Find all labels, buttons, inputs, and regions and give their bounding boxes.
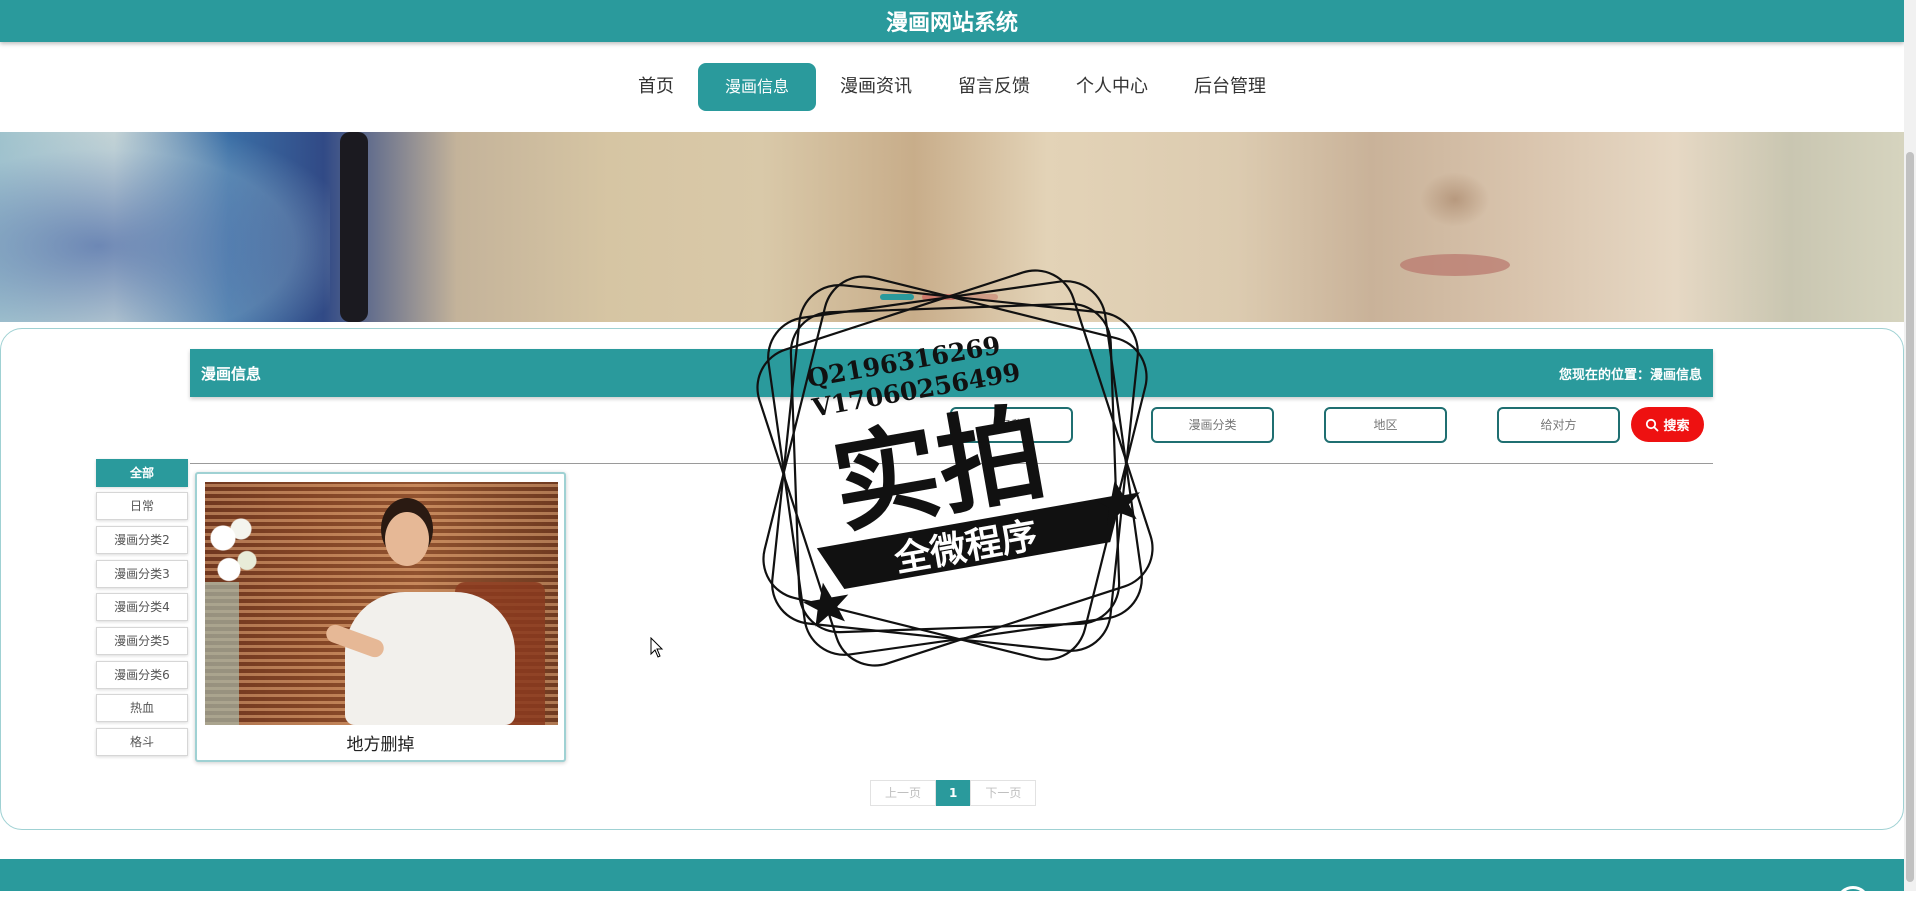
site-header: 漫画网站系统 [0, 0, 1904, 42]
category-6[interactable]: 漫画分类6 [96, 661, 188, 689]
nav-feedback[interactable]: 留言反馈 [936, 63, 1052, 111]
nav-home[interactable]: 首页 [616, 63, 696, 111]
back-to-top-icon[interactable] [1836, 886, 1870, 920]
breadcrumb: 您现在的位置：漫画信息 [1558, 368, 1702, 383]
comic-title[interactable]: 地方删掉 [197, 730, 564, 755]
page-number[interactable]: 1 [936, 780, 971, 806]
section-title: 漫画信息 [201, 365, 262, 383]
search-button-label: 搜索 [1663, 418, 1690, 433]
category-3[interactable]: 漫画分类3 [96, 560, 188, 588]
category-daily[interactable]: 日常 [96, 492, 188, 520]
banner-face-detail [1420, 172, 1490, 227]
banner-paint-stroke [340, 132, 368, 322]
cover-detail [205, 502, 265, 592]
watermark-stamp: Q2196316269 V17060256499 实拍 全微程序 [756, 269, 1154, 667]
category-fighting[interactable]: 格斗 [96, 728, 188, 756]
author-filter-input[interactable] [1497, 407, 1620, 443]
nav-admin[interactable]: 后台管理 [1172, 63, 1288, 111]
site-title: 漫画网站系统 [885, 11, 1018, 36]
mouse-cursor-icon [650, 637, 664, 658]
cover-detail [385, 512, 429, 566]
cover-detail [205, 582, 239, 725]
category-filter-input[interactable] [1151, 407, 1274, 443]
search-button[interactable]: 搜索 [1631, 407, 1704, 442]
nav-personal-center[interactable]: 个人中心 [1054, 63, 1170, 111]
cover-detail [345, 592, 515, 725]
banner-paint-stroke [0, 132, 330, 322]
category-all[interactable]: 全部 [96, 459, 188, 487]
category-2[interactable]: 漫画分类2 [96, 526, 188, 554]
category-4[interactable]: 漫画分类4 [96, 593, 188, 621]
pagination: 上一页 1 下一页 [870, 780, 1037, 806]
main-nav: 首页 漫画信息 漫画资讯 留言反馈 个人中心 后台管理 [0, 62, 1904, 112]
banner-face-detail [1400, 254, 1510, 276]
category-hot-blood[interactable]: 热血 [96, 694, 188, 722]
category-5[interactable]: 漫画分类5 [96, 627, 188, 655]
scrollbar-thumb[interactable] [1906, 152, 1914, 882]
region-filter-input[interactable] [1324, 407, 1447, 443]
prev-page-button[interactable]: 上一页 [870, 780, 937, 806]
comic-card[interactable]: 地方删掉 [195, 472, 566, 762]
nav-comic-news[interactable]: 漫画资讯 [818, 63, 934, 111]
search-icon [1646, 418, 1659, 431]
next-page-button[interactable]: 下一页 [970, 780, 1037, 806]
site-footer [0, 859, 1904, 891]
comic-cover-image[interactable] [205, 482, 558, 725]
nav-comic-info[interactable]: 漫画信息 [697, 63, 816, 111]
